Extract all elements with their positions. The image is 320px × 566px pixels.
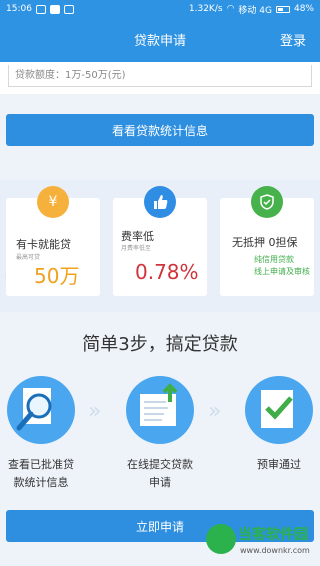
feature-card-low-rate: 费率低 月费率低至 0.78% bbox=[113, 186, 207, 296]
carrier-label: 移动 4G bbox=[238, 5, 272, 16]
step-2-icon bbox=[126, 376, 194, 444]
battery-icon bbox=[275, 5, 290, 13]
checkmark-document-icon bbox=[261, 390, 293, 428]
step-1-label: 查看已批准贷 款统计信息 bbox=[8, 458, 74, 489]
network-speed: 1.32K/s bbox=[188, 4, 223, 14]
yen-coin-icon: ¥ bbox=[37, 186, 69, 218]
notification-icon bbox=[35, 4, 46, 14]
feature-subtitle: 月费率低至 bbox=[121, 245, 152, 252]
message-icon bbox=[63, 4, 74, 14]
magnifier-icon bbox=[16, 388, 52, 431]
feature-title: 无抵押 0担保 bbox=[232, 236, 298, 249]
watermark-url: www.downkr.com bbox=[240, 546, 310, 555]
chevron-right-icon: » bbox=[208, 399, 222, 424]
battery-percent: 48% bbox=[293, 4, 314, 14]
feature-card-no-collateral: 无抵押 0担保 纯信用贷款 线上申请及审核 bbox=[220, 186, 314, 296]
step-3-icon bbox=[245, 376, 313, 444]
watermark-name: 当客软件园 bbox=[238, 527, 308, 543]
steps-heading: 简单3步，搞定贷款 bbox=[82, 334, 238, 355]
watermark-logo-icon bbox=[206, 524, 236, 554]
chevron-right-icon: » bbox=[88, 399, 102, 424]
status-time: 15:06 bbox=[6, 4, 32, 14]
feature-title: 有卡就能贷 bbox=[16, 238, 71, 251]
app-notification-icon bbox=[49, 4, 60, 14]
feature-title: 费率低 bbox=[121, 230, 154, 243]
watermark: 当客软件园 www.downkr.com bbox=[206, 522, 316, 562]
page-title: 贷款申请 bbox=[133, 34, 186, 49]
features-section: ¥ 有卡就能贷 最高可贷 50万 费率低 月费率低至 0.78% 无抵押 0担保… bbox=[0, 180, 320, 312]
login-button[interactable]: 登录 bbox=[280, 30, 306, 49]
step-2-label: 在线提交贷款 申请 bbox=[127, 458, 193, 489]
feature-line: 线上申请及审核 bbox=[254, 267, 310, 276]
view-stats-button[interactable]: 看看贷款统计信息 bbox=[6, 114, 314, 146]
feature-line: 纯信用贷款 bbox=[254, 255, 294, 264]
feature-value: 50万 bbox=[34, 264, 80, 288]
shield-icon bbox=[251, 186, 283, 218]
step-1-icon bbox=[7, 376, 75, 444]
status-bar: 15:06 1.32K/s ◠ 移动 4G 48% bbox=[0, 0, 320, 18]
step-3-label: 预审通过 bbox=[257, 458, 301, 471]
wifi-icon: ◠ bbox=[226, 4, 235, 14]
upload-document-icon bbox=[140, 383, 178, 426]
thumbs-up-icon bbox=[144, 186, 176, 218]
navigation-bar: 贷款申请 登录 bbox=[0, 18, 320, 62]
loan-amount-input[interactable] bbox=[8, 65, 312, 87]
feature-value: 0.78% bbox=[135, 260, 199, 284]
feature-card-card-loan: ¥ 有卡就能贷 最高可贷 50万 bbox=[6, 186, 100, 296]
amount-input-area bbox=[0, 62, 320, 94]
